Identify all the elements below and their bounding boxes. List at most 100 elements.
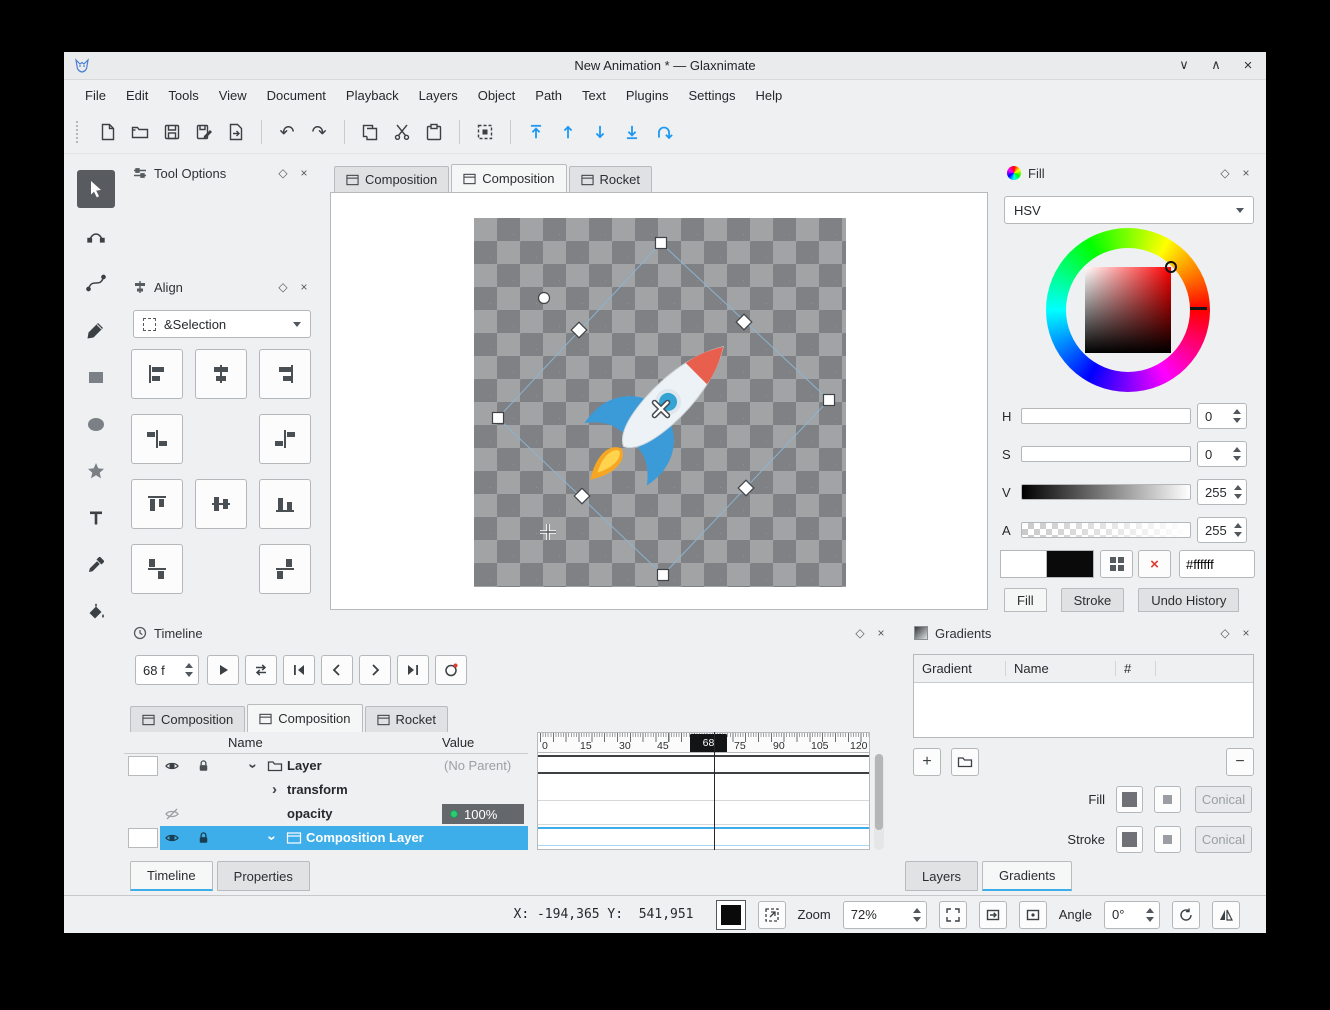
close-panel-button[interactable]: × xyxy=(1239,167,1253,179)
menu-file[interactable]: File xyxy=(76,84,115,107)
scale-handle-top[interactable] xyxy=(656,238,667,249)
layer-raise-button[interactable] xyxy=(552,117,584,147)
expander-icon[interactable]: › xyxy=(262,836,282,841)
anchor-handle[interactable] xyxy=(540,524,556,540)
align-top-button[interactable] xyxy=(131,479,183,529)
playhead[interactable] xyxy=(714,732,715,850)
remove-gradient-button[interactable]: − xyxy=(1226,748,1254,776)
layer-lower-button[interactable] xyxy=(584,117,616,147)
zoom-canvas-button[interactable] xyxy=(979,901,1007,929)
spin-arrows[interactable] xyxy=(1234,480,1246,504)
gradients-table[interactable]: Gradient Name # xyxy=(913,654,1254,738)
timeline-row-layer[interactable]: › Layer (No Parent) xyxy=(124,754,528,778)
color-cursor[interactable] xyxy=(1165,261,1177,273)
dock-tab-properties[interactable]: Properties xyxy=(217,861,310,891)
select-tool[interactable] xyxy=(77,170,115,208)
alpha-spinbox[interactable]: 255 xyxy=(1197,517,1247,543)
close-panel-button[interactable]: × xyxy=(874,627,888,639)
loop-button[interactable] xyxy=(245,655,277,685)
star-tool[interactable] xyxy=(77,452,115,490)
gradient-presets-button[interactable] xyxy=(951,748,979,776)
angle-spinbox[interactable]: 0° xyxy=(1104,901,1160,929)
saturation-value-square[interactable] xyxy=(1085,267,1171,353)
window-maximize-button[interactable]: ∧ xyxy=(1208,57,1224,74)
float-panel-button[interactable]: ◇ xyxy=(276,167,290,179)
flip-view-button[interactable] xyxy=(1212,901,1240,929)
window-shade-button[interactable]: ∨ xyxy=(1176,57,1192,74)
redo-button[interactable]: ↷ xyxy=(303,117,335,147)
go-to-end-button[interactable] xyxy=(397,655,429,685)
menu-text[interactable]: Text xyxy=(573,84,615,107)
spin-arrows[interactable] xyxy=(1231,404,1246,428)
scale-handle-right[interactable] xyxy=(824,395,835,406)
color-preview-current[interactable] xyxy=(1000,550,1047,578)
open-file-button[interactable] xyxy=(124,117,156,147)
edit-nodes-tool[interactable] xyxy=(77,217,115,255)
record-keyframes-button[interactable] xyxy=(435,655,467,685)
fill-gradient-swatch[interactable] xyxy=(1116,786,1143,813)
timeline-tab-rocket[interactable]: Rocket xyxy=(365,706,448,732)
menu-tools[interactable]: Tools xyxy=(159,84,207,107)
draw-bezier-tool[interactable] xyxy=(77,264,115,302)
save-as-button[interactable] xyxy=(188,117,220,147)
align-outside-right-button[interactable] xyxy=(259,414,311,464)
paste-button[interactable] xyxy=(418,117,450,147)
hex-color-input[interactable] xyxy=(1179,550,1255,578)
rectangle-tool[interactable] xyxy=(77,358,115,396)
timeline-tab-composition-1[interactable]: Composition xyxy=(130,706,245,732)
current-color-swatch[interactable] xyxy=(716,900,746,930)
align-left-button[interactable] xyxy=(131,349,183,399)
layer-raise-to-top-button[interactable] xyxy=(520,117,552,147)
tab-stroke[interactable]: Stroke xyxy=(1061,588,1125,612)
layer-span-bar[interactable] xyxy=(538,755,869,774)
scale-handle-bottom[interactable] xyxy=(658,570,669,581)
timeline-track-rows[interactable] xyxy=(537,753,870,850)
saturation-spinbox[interactable]: 0 xyxy=(1197,441,1247,467)
menu-edit[interactable]: Edit xyxy=(117,84,157,107)
menu-plugins[interactable]: Plugins xyxy=(617,84,678,107)
value-slider[interactable] xyxy=(1021,484,1191,500)
menu-layers[interactable]: Layers xyxy=(410,84,467,107)
edge-handle-ne[interactable] xyxy=(736,314,752,330)
previous-frame-button[interactable] xyxy=(321,655,353,685)
dock-tab-gradients[interactable]: Gradients xyxy=(982,861,1072,891)
rotate-handle[interactable] xyxy=(539,293,550,304)
row-header-cell[interactable] xyxy=(128,828,158,848)
edge-handle-sw[interactable] xyxy=(574,488,590,504)
visibility-icon[interactable] xyxy=(164,830,180,846)
stroke-gradient-swatch[interactable] xyxy=(1116,826,1143,853)
menu-settings[interactable]: Settings xyxy=(680,84,745,107)
expander-icon[interactable]: › xyxy=(243,764,263,769)
spin-arrows[interactable] xyxy=(1234,518,1246,542)
scrollbar-thumb[interactable] xyxy=(875,754,883,830)
align-outside-top-button[interactable] xyxy=(131,544,183,594)
timeline-row-transform[interactable]: › transform xyxy=(124,778,528,802)
float-panel-button[interactable]: ◇ xyxy=(853,627,867,639)
color-picker-tool[interactable] xyxy=(77,546,115,584)
menu-playback[interactable]: Playback xyxy=(337,84,408,107)
close-panel-button[interactable]: × xyxy=(297,281,311,293)
float-panel-button[interactable]: ◇ xyxy=(1218,167,1232,179)
align-vcenter-button[interactable] xyxy=(195,479,247,529)
ellipse-tool[interactable] xyxy=(77,405,115,443)
timeline-row-opacity[interactable]: opacity 100% xyxy=(124,802,528,826)
lock-icon[interactable] xyxy=(196,758,211,774)
row-header-cell[interactable] xyxy=(128,756,158,776)
toolbar-handle[interactable] xyxy=(76,121,84,143)
layer-move-button[interactable] xyxy=(648,117,680,147)
spin-arrows[interactable] xyxy=(1231,442,1246,466)
dock-tab-layers[interactable]: Layers xyxy=(905,861,978,891)
saturation-slider[interactable] xyxy=(1021,446,1191,462)
spin-arrows[interactable] xyxy=(911,902,926,928)
stroke-conical-button[interactable]: Conical xyxy=(1195,826,1252,853)
tab-undo-history[interactable]: Undo History xyxy=(1138,588,1239,612)
fill-radial-swatch[interactable] xyxy=(1154,786,1181,813)
play-button[interactable] xyxy=(207,655,239,685)
spin-arrows[interactable] xyxy=(183,656,198,684)
palette-button[interactable] xyxy=(1100,550,1133,578)
window-close-button[interactable]: × xyxy=(1240,57,1256,74)
expander-icon[interactable]: › xyxy=(272,780,277,800)
fill-bucket-tool[interactable] xyxy=(77,593,115,631)
hue-wheel[interactable] xyxy=(1046,228,1210,392)
canvas-viewport[interactable] xyxy=(330,192,988,610)
